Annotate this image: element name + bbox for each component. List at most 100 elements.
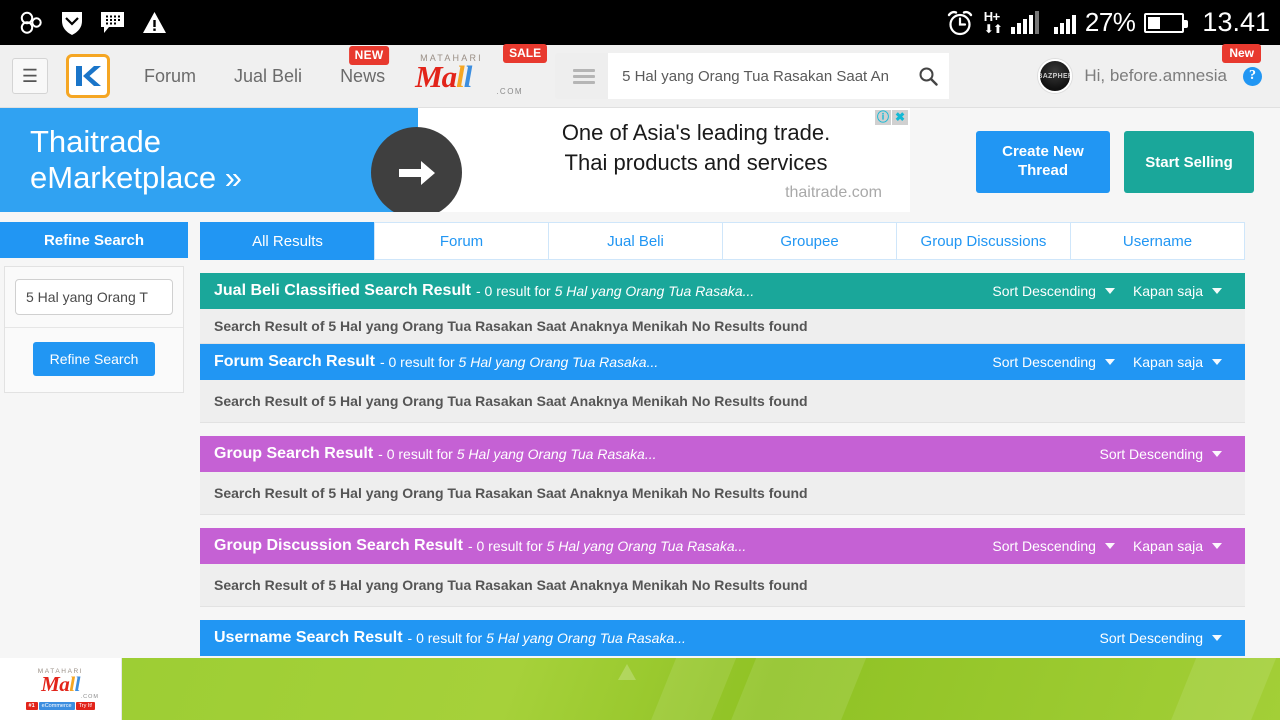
result-section-title: Jual Beli Classified Search Result — [214, 282, 471, 299]
result-section-header: Username Search Result - 0 result for 5 … — [200, 620, 1245, 656]
result-section-title: Group Discussion Search Result — [214, 537, 463, 554]
close-icon[interactable]: ✖ — [892, 110, 908, 125]
result-empty-message: Search Result of 5 Hal yang Orang Tua Ra… — [200, 564, 1245, 607]
kaskus-logo[interactable] — [66, 54, 110, 98]
signal-strength-1-icon — [1010, 10, 1039, 34]
create-new-thread-button[interactable]: Create New Thread — [976, 131, 1110, 193]
mataharimall-ad-logo: MATAHARI Mall .COM #1 eCommerce Try It! — [0, 658, 122, 720]
sort-dropdown[interactable]: Sort Descending — [1090, 446, 1231, 462]
new-badge: New — [1222, 44, 1261, 63]
time-filter-dropdown[interactable]: Kapan saja — [1124, 283, 1231, 299]
mataharimall-logo[interactable]: MATAHARI Mall .COM SALE — [415, 44, 548, 99]
tagline-rank: #1 — [25, 702, 38, 710]
result-empty-message: Search Result of 5 Hal yang Orang Tua Ra… — [200, 309, 1245, 344]
thaitrade-ad-banner[interactable]: Thaitrade eMarketplace » One of Asia's l… — [0, 108, 910, 212]
result-count-label: - 0 result for — [379, 354, 455, 370]
caret-down-icon — [1212, 543, 1222, 549]
result-section-count: - 0 result for 5 Hal yang Orang Tua Rasa… — [378, 446, 656, 462]
result-section-count: - 0 result for 5 Hal yang Orang Tua Rasa… — [380, 354, 658, 370]
question-mark-icon[interactable]: ? — [1243, 66, 1262, 86]
arrow-right-icon[interactable] — [371, 127, 462, 212]
result-query-label: 5 Hal yang Orang Tua Rasaka... — [554, 283, 755, 299]
sort-dropdown[interactable]: Sort Descending — [983, 283, 1124, 299]
tab-forum[interactable]: Forum — [374, 222, 549, 260]
result-section-username: Username Search Result - 0 result for 5 … — [200, 620, 1245, 656]
result-tabs: All Results Forum Jual Beli Groupee Grou… — [200, 222, 1245, 260]
tagline-category: eCommerce — [38, 702, 75, 710]
caret-down-icon — [1212, 288, 1222, 294]
user-greeting-label: Hi, before.amnesia — [1084, 66, 1227, 85]
search-icon[interactable] — [915, 66, 941, 86]
alarm-clock-icon — [947, 10, 972, 35]
result-section-header: Group Discussion Search Result - 0 resul… — [200, 528, 1245, 564]
sort-dropdown[interactable]: Sort Descending — [983, 538, 1124, 554]
result-section-count: - 0 result for 5 Hal yang Orang Tua Rasa… — [476, 283, 754, 299]
nav-label: Jual Beli — [234, 65, 303, 86]
menu-toggle-button[interactable]: ☰ — [12, 58, 48, 94]
result-section-count: - 0 result for 5 Hal yang Orang Tua Rasa… — [408, 630, 686, 646]
search-results-column: All Results Forum Jual Beli Groupee Grou… — [188, 222, 1280, 656]
tab-group-discussions[interactable]: Group Discussions — [896, 222, 1071, 260]
result-sort-controls: Sort Descending Kapan saja — [983, 354, 1231, 370]
main-content: Refine Search Refine Search All Results … — [0, 216, 1280, 656]
result-sort-controls: Sort Descending — [1090, 446, 1231, 462]
avatar[interactable]: BAZPHER — [1038, 59, 1073, 93]
list-icon[interactable] — [565, 68, 608, 84]
tagline-cta: Try It! — [75, 702, 96, 710]
search-input[interactable] — [622, 67, 916, 85]
shield-icon — [62, 11, 82, 35]
sort-label: Sort Descending — [992, 283, 1096, 299]
sort-dropdown[interactable]: Sort Descending — [1090, 630, 1231, 646]
tab-all-results[interactable]: All Results — [200, 222, 375, 260]
refine-search-button[interactable]: Refine Search — [32, 342, 156, 376]
result-section-group-discussion: Group Discussion Search Result - 0 resul… — [200, 528, 1245, 607]
nav-link-jual-beli[interactable]: Jual Beli — [234, 66, 302, 87]
tab-groupee[interactable]: Groupee — [722, 222, 897, 260]
result-count-label: - 0 result for — [476, 283, 551, 299]
result-section-header: Forum Search Result - 0 result for 5 Hal… — [200, 344, 1245, 380]
sort-dropdown[interactable]: Sort Descending — [983, 354, 1124, 370]
time-filter-dropdown[interactable]: Kapan saja — [1124, 538, 1231, 554]
result-section-forum: Forum Search Result - 0 result for 5 Hal… — [200, 344, 1245, 423]
new-badge: NEW — [348, 45, 390, 65]
time-filter-dropdown[interactable]: Kapan saja — [1124, 354, 1231, 370]
google-plus-icon — [20, 11, 42, 34]
ad-headline: Thaitrade eMarketplace » — [0, 108, 418, 212]
browser-viewport: ☰ Forum Jual Beli NEW News MATAHARI Mall… — [0, 44, 1280, 720]
sort-label: Sort Descending — [1099, 630, 1203, 646]
result-sort-controls: Sort Descending — [1090, 630, 1231, 646]
result-query-label: 5 Hal yang Orang Tua Rasaka... — [486, 630, 686, 646]
ad-strip: Thaitrade eMarketplace » One of Asia's l… — [0, 108, 1280, 216]
status-system-icons: H+ ⬇⬆ 27% 13.41 — [945, 7, 1270, 38]
caret-down-icon — [1212, 359, 1222, 365]
time-filter-label: Kapan saja — [1132, 283, 1203, 299]
decorative-triangle — [618, 664, 636, 680]
data-transfer-arrows-icon: ⬇⬆ — [983, 22, 1003, 36]
search-bar — [555, 53, 950, 99]
refine-search-sidebar: Refine Search Refine Search — [0, 222, 188, 656]
nav-link-forum[interactable]: Forum — [144, 66, 196, 87]
search-input-wrapper — [608, 53, 950, 99]
battery-percent-label: 27% — [1084, 7, 1136, 37]
user-menu[interactable]: BAZPHER Hi, before.amnesia New ? — [1038, 44, 1268, 93]
result-count-label: - 0 result for — [467, 538, 543, 554]
refine-search-input[interactable] — [15, 279, 173, 315]
tab-jual-beli[interactable]: Jual Beli — [548, 222, 723, 260]
info-icon[interactable]: ⓘ — [875, 110, 891, 125]
start-selling-button[interactable]: Start Selling — [1124, 131, 1254, 193]
ad-url-label: thaitrade.com — [785, 183, 882, 201]
result-query-label: 5 Hal yang Orang Tua Rasaka... — [458, 354, 659, 370]
tab-username[interactable]: Username — [1070, 222, 1245, 260]
ad-headline-line2: eMarketplace » — [30, 160, 242, 195]
nav-label: Forum — [144, 65, 197, 86]
result-section-header: Group Search Result - 0 result for 5 Hal… — [200, 436, 1245, 472]
user-greeting[interactable]: Hi, before.amnesia New — [1084, 44, 1261, 86]
divider — [5, 327, 183, 328]
result-section-count: - 0 result for 5 Hal yang Orang Tua Rasa… — [468, 538, 746, 554]
result-section-title: Group Search Result — [214, 445, 374, 462]
bottom-sticky-ad[interactable]: MATAHARI Mall .COM #1 eCommerce Try It! — [0, 658, 1280, 720]
clock-label: 13.41 — [1202, 7, 1270, 37]
battery-icon — [1144, 12, 1189, 33]
nav-link-news[interactable]: NEW News — [340, 45, 390, 87]
signal-strength-2-icon — [1053, 12, 1076, 34]
